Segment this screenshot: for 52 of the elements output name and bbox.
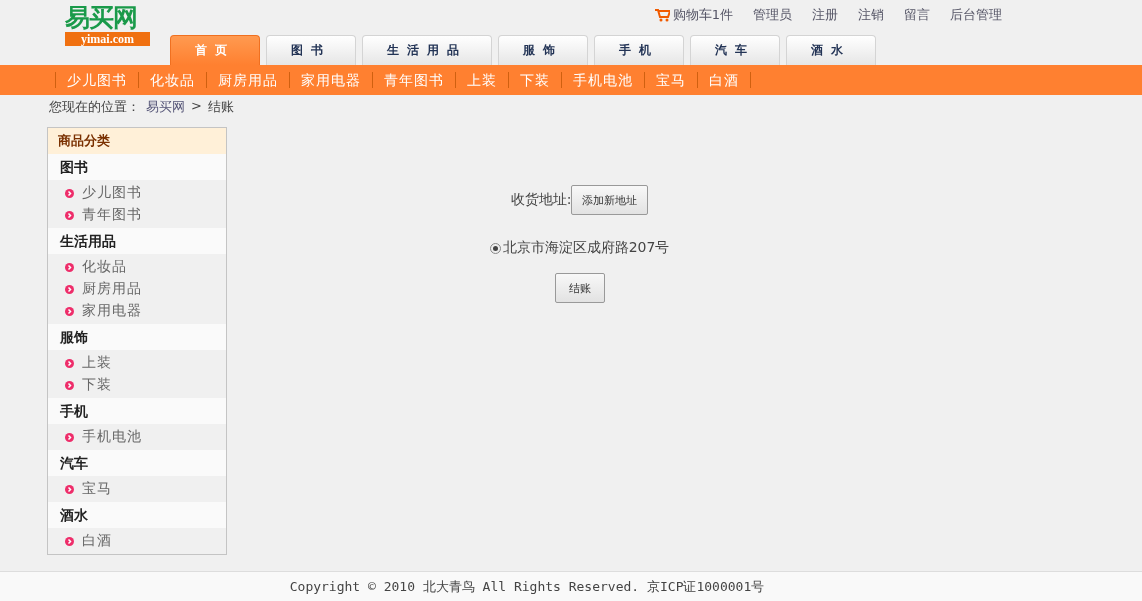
nav-tab[interactable]: 服饰 (498, 35, 588, 65)
logo-text: 易买网 (65, 4, 138, 32)
subcategory-link[interactable]: 手机电池 (48, 426, 226, 448)
nav-tab[interactable]: 酒水 (786, 35, 876, 65)
subcategory-link[interactable]: 少儿图书 (48, 182, 226, 204)
category-heading[interactable]: 手机 (48, 398, 226, 424)
cart-icon (654, 8, 670, 22)
sidebar-title: 商品分类 (48, 128, 226, 154)
address-radio[interactable] (489, 242, 501, 254)
header-link[interactable]: 注册 (812, 6, 838, 24)
cart-link[interactable]: 购物车1件 (654, 6, 733, 24)
category-heading[interactable]: 酒水 (48, 502, 226, 528)
chevron-icon (65, 188, 74, 198)
breadcrumb-current: 结账 (207, 98, 234, 115)
category-heading[interactable]: 生活用品 (48, 228, 226, 254)
nav-tab[interactable]: 汽车 (690, 35, 780, 65)
subcategory-link[interactable]: 宝马 (48, 478, 226, 500)
logo-domain: yimai.com (65, 32, 150, 46)
nav-tab[interactable]: 生活用品 (362, 35, 492, 65)
header-link[interactable]: 后台管理 (950, 6, 1002, 24)
chevron-icon (65, 432, 74, 442)
chevron-icon (65, 210, 74, 220)
subcategory-link[interactable]: 化妆品 (48, 256, 226, 278)
header-link[interactable]: 注销 (858, 6, 884, 24)
address-text: 北京市海淀区成府路207号 (502, 239, 670, 257)
chevron-icon (65, 484, 74, 494)
chevron-icon (65, 306, 74, 316)
chevron-icon (65, 262, 74, 272)
chevron-icon (65, 358, 74, 368)
header-link[interactable]: 留言 (904, 6, 930, 24)
breadcrumb-separator: > (191, 98, 202, 115)
chevron-icon (65, 536, 74, 546)
category-heading[interactable]: 图书 (48, 154, 226, 180)
category-heading[interactable]: 服饰 (48, 324, 226, 350)
subcategory-link[interactable]: 下装 (48, 374, 226, 396)
address-label: 收货地址: (510, 191, 572, 209)
category-heading[interactable]: 汽车 (48, 450, 226, 476)
subcategory-link[interactable]: 白酒 (48, 530, 226, 552)
nav-tab[interactable]: 手机 (594, 35, 684, 65)
subcategory-link[interactable]: 青年图书 (48, 204, 226, 226)
chevron-icon (65, 380, 74, 390)
breadcrumb-link[interactable]: 易买网 (146, 98, 185, 115)
nav-tab[interactable]: 图书 (266, 35, 356, 65)
subcategory-link[interactable]: 厨房用品 (48, 278, 226, 300)
breadcrumb-label: 您现在的位置： (49, 98, 140, 115)
add-address-button[interactable]: 添加新地址 (571, 185, 649, 215)
subcategory-link[interactable]: 家用电器 (48, 300, 226, 322)
header-link[interactable]: 管理员 (753, 6, 792, 24)
checkout-button[interactable]: 结账 (554, 273, 605, 303)
chevron-icon (65, 284, 74, 294)
subcategory-link[interactable]: 上装 (48, 352, 226, 374)
copyright-text: Copyright © 2010 北大青鸟 All Rights Reserved. 京ICP证1000001号 (289, 578, 765, 596)
